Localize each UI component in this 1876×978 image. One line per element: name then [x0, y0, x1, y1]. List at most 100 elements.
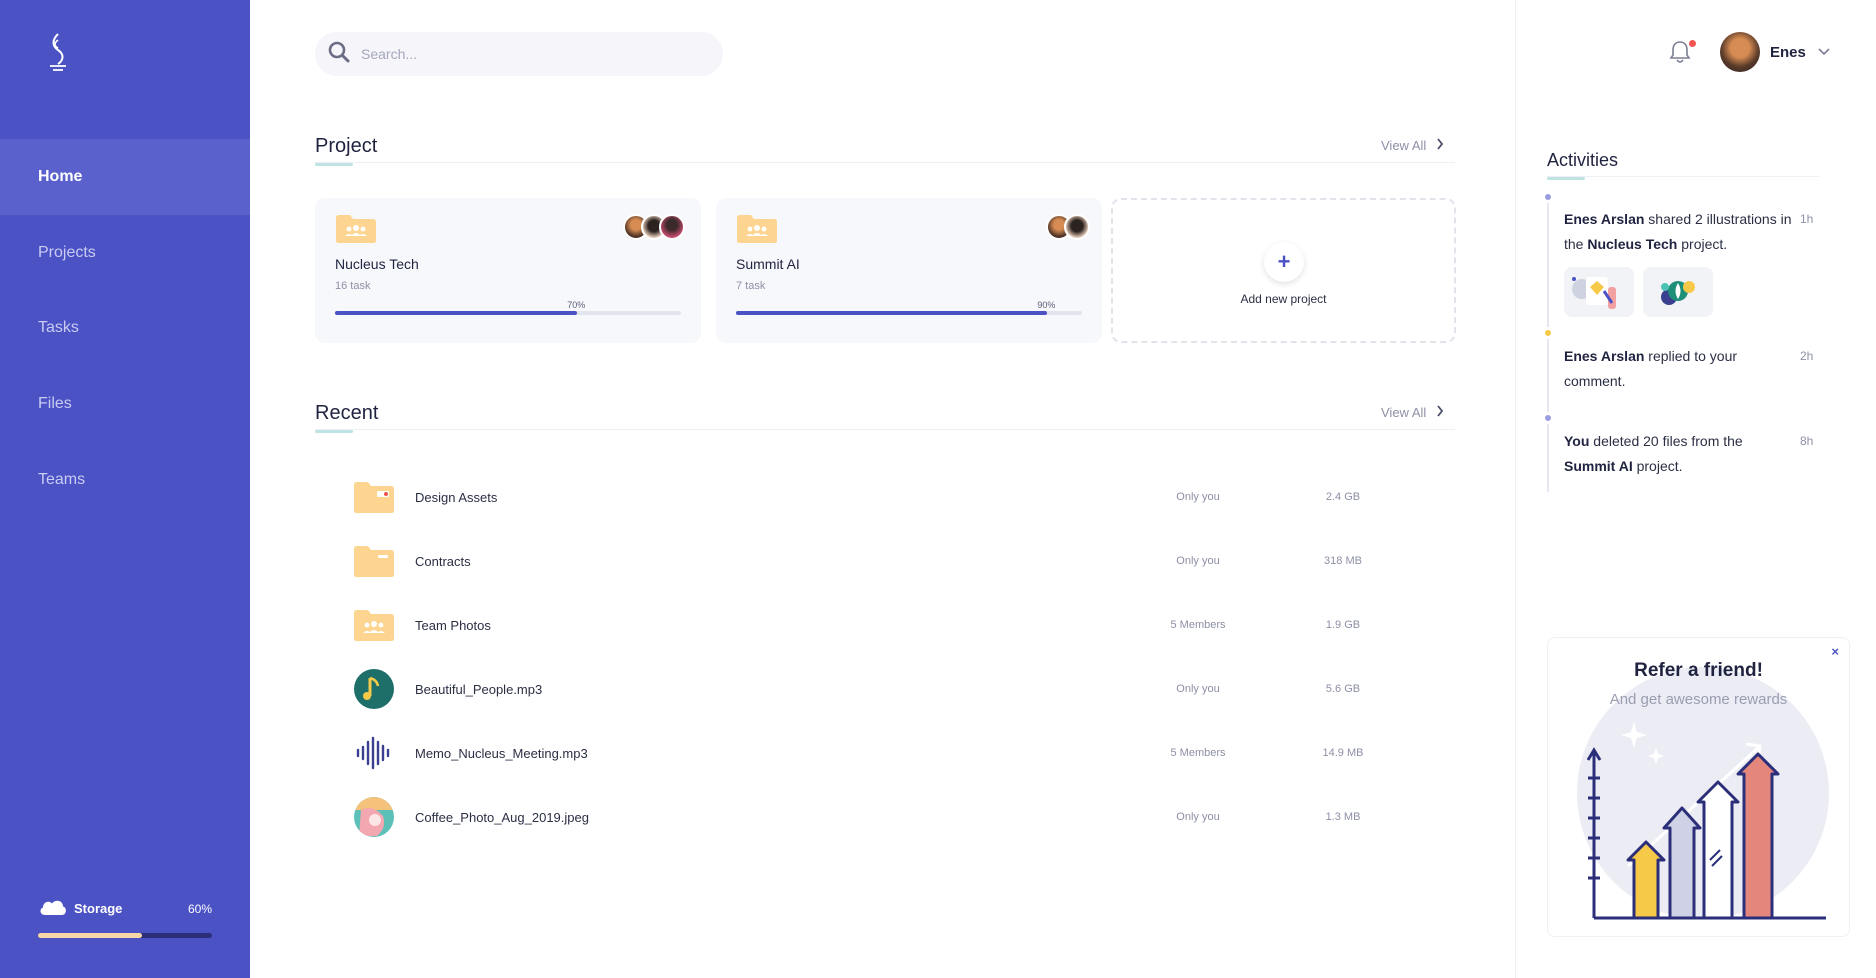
activity-timeline	[1547, 196, 1549, 492]
activity-actor: You	[1564, 433, 1590, 449]
illustration-thumbnail[interactable]	[1564, 267, 1634, 317]
file-name: Memo_Nucleus_Meeting.mp3	[415, 745, 588, 761]
activity-target: Summit AI	[1564, 458, 1633, 474]
timeline-dot	[1542, 412, 1554, 424]
add-project-label: Add new project	[1240, 292, 1327, 306]
sidebar-item-label: Projects	[38, 244, 96, 261]
file-access: 5 Members	[1170, 747, 1226, 759]
storage-progress-fill	[38, 933, 143, 938]
file-size: 2.4 GB	[1325, 491, 1361, 503]
search-icon	[327, 40, 351, 69]
project-progress-label: 90%	[1037, 300, 1056, 310]
file-size: 1.9 GB	[1325, 619, 1361, 631]
file-access: Only you	[1176, 811, 1220, 823]
sidebar: Home Projects Tasks Files Teams Storage …	[0, 0, 250, 978]
project-members	[623, 214, 685, 240]
file-row[interactable]: Coffee_Photo_Aug_2019.jpeg Only you 1.3 …	[353, 793, 1373, 841]
project-name: Nucleus Tech	[335, 256, 419, 272]
timeline-dot	[1542, 327, 1554, 339]
project-progress-label: 70%	[567, 300, 586, 310]
add-project-button[interactable]: +	[1264, 242, 1304, 282]
view-all-label: View All	[1381, 138, 1427, 153]
search-input[interactable]	[361, 46, 701, 62]
chevron-right-icon	[1436, 405, 1444, 420]
right-panel-divider	[1515, 0, 1516, 978]
file-row[interactable]: Beautiful_People.mp3 Only you 5.6 GB	[353, 665, 1373, 713]
team-folder-icon	[736, 214, 778, 249]
file-name: Contracts	[415, 553, 471, 569]
refer-title: Refer a friend!	[1634, 660, 1763, 681]
music-icon	[353, 668, 395, 710]
audio-wave-icon	[353, 732, 395, 774]
storage-widget: Storage 60%	[38, 898, 212, 938]
file-row[interactable]: Contracts Only you 318 MB	[353, 537, 1373, 585]
project-view-all-link[interactable]: View All	[1381, 138, 1444, 153]
avatar	[659, 214, 685, 240]
user-name: Enes	[1770, 43, 1806, 61]
logo-icon[interactable]	[44, 32, 72, 72]
file-size: 14.9 MB	[1322, 747, 1364, 759]
project-section-title: Project	[315, 135, 378, 166]
activity-time: 8h	[1800, 434, 1814, 448]
refer-friend-card[interactable]: × Refer a friend! And get awesome reward…	[1547, 637, 1850, 937]
user-menu[interactable]: Enes	[1720, 32, 1830, 72]
sidebar-item-label: Files	[38, 395, 72, 412]
project-card-summit-ai[interactable]: Summit AI 7 task 90%	[716, 198, 1102, 343]
activity-item: You deleted 20 files from the Summit AI …	[1564, 429, 1792, 479]
sidebar-item-projects[interactable]: Projects	[0, 215, 250, 291]
activity-text: project.	[1632, 458, 1683, 474]
storage-progress-bar	[38, 933, 212, 938]
sidebar-item-teams[interactable]: Teams	[0, 442, 250, 518]
activity-text: project.	[1677, 236, 1728, 252]
sidebar-item-label: Tasks	[38, 319, 79, 336]
illustration-thumbnail[interactable]	[1643, 267, 1713, 317]
bell-icon[interactable]	[1669, 40, 1691, 69]
activity-target: Nucleus Tech	[1587, 236, 1678, 252]
sidebar-item-tasks[interactable]: Tasks	[0, 290, 250, 366]
file-access: Only you	[1176, 555, 1220, 567]
folder-icon	[353, 540, 395, 582]
chevron-right-icon	[1436, 138, 1444, 153]
project-progress-fill	[736, 311, 1048, 315]
chevron-down-icon	[1818, 43, 1830, 61]
avatar	[1720, 32, 1760, 72]
file-name: Design Assets	[415, 489, 498, 505]
recent-section-divider	[315, 429, 1455, 430]
avatar	[1064, 214, 1090, 240]
file-row[interactable]: Design Assets Only you 2.4 GB	[353, 473, 1373, 521]
file-size: 1.3 MB	[1325, 811, 1361, 823]
file-name: Coffee_Photo_Aug_2019.jpeg	[415, 809, 589, 825]
project-progress-bar	[736, 311, 1082, 315]
plus-icon: +	[1277, 249, 1291, 274]
team-folder-icon	[353, 604, 395, 646]
recent-section-title: Recent	[315, 402, 379, 433]
search-bar[interactable]	[315, 32, 723, 76]
sidebar-item-files[interactable]: Files	[0, 366, 250, 442]
file-size: 5.6 GB	[1325, 683, 1361, 695]
project-progress-bar	[335, 311, 681, 315]
timeline-dot	[1542, 191, 1554, 203]
project-members	[1046, 214, 1090, 240]
project-card-nucleus-tech[interactable]: Nucleus Tech 16 task 70%	[315, 198, 701, 343]
refer-subtitle: And get awesome rewards	[1609, 691, 1788, 708]
activities-divider	[1547, 176, 1819, 177]
sidebar-item-label: Home	[38, 168, 83, 185]
project-name: Summit AI	[736, 256, 800, 272]
file-access: Only you	[1176, 491, 1220, 503]
file-access: Only you	[1176, 683, 1220, 695]
notification-badge	[1689, 40, 1696, 47]
growth-chart-illustration	[1577, 667, 1829, 920]
team-folder-icon	[335, 214, 377, 249]
file-row[interactable]: Team Photos 5 Members 1.9 GB	[353, 601, 1373, 649]
sidebar-item-home[interactable]: Home	[0, 139, 250, 215]
cloud-icon	[38, 898, 68, 919]
file-row[interactable]: Memo_Nucleus_Meeting.mp3 5 Members 14.9 …	[353, 729, 1373, 777]
add-project-card[interactable]: + Add new project	[1111, 198, 1456, 343]
project-progress-fill	[335, 311, 578, 315]
recent-view-all-link[interactable]: View All	[1381, 405, 1444, 420]
project-task-count: 7 task	[736, 280, 766, 292]
storage-label: Storage	[74, 901, 123, 916]
activity-text: deleted 20 files from the	[1589, 433, 1743, 449]
view-all-label: View All	[1381, 405, 1427, 420]
file-name: Beautiful_People.mp3	[415, 681, 543, 697]
